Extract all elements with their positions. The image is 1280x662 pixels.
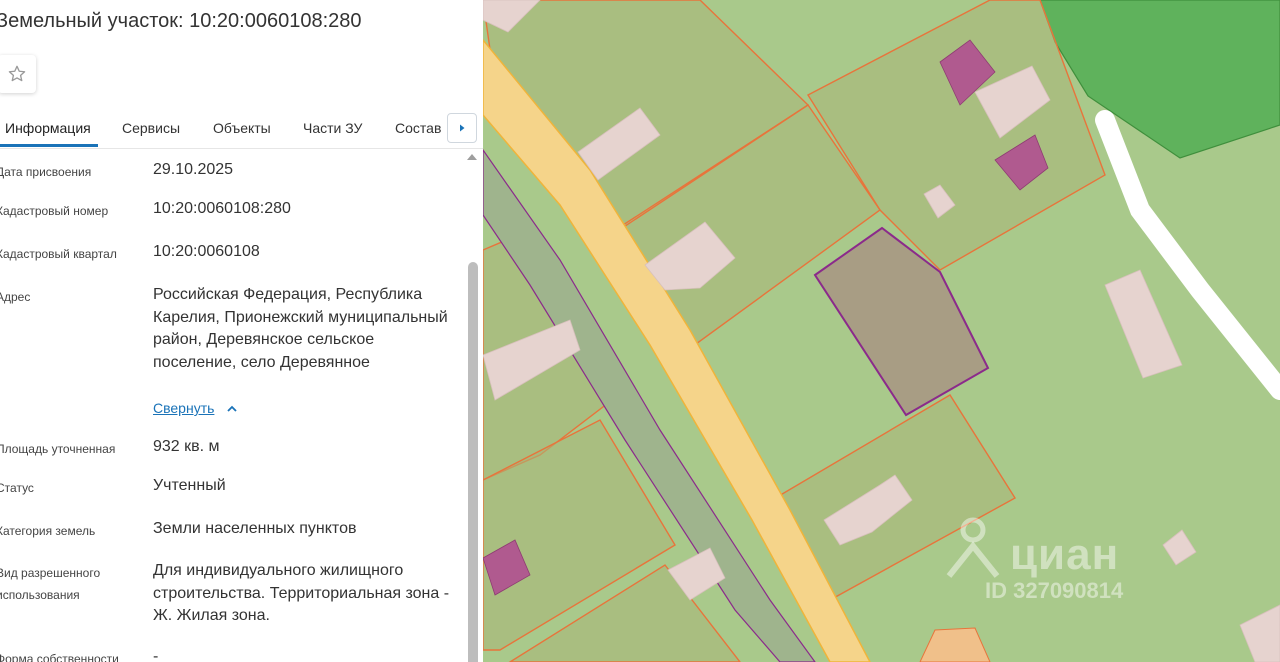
tab-parts[interactable]: Части ЗУ <box>303 120 362 136</box>
label-assign-date: Дата присвоения <box>0 165 92 179</box>
favorite-button[interactable] <box>0 55 36 93</box>
page-title: Земельный участок: 10:20:0060108:280 <box>0 10 362 32</box>
value-status: Учтенный <box>153 477 226 494</box>
value-ownership: - <box>153 648 159 662</box>
cadastral-map[interactable]: циан ID 327090814 <box>483 0 1280 662</box>
label-address: Адрес <box>0 290 31 304</box>
value-permitted-use: Для индивидуального жилищного строительс… <box>153 562 450 624</box>
value-assign-date: 29.10.2025 <box>153 161 234 178</box>
cian-logo-icon <box>946 517 1000 578</box>
chevron-up-icon[interactable] <box>226 403 238 415</box>
label-ownership: Форма собственности <box>0 652 119 662</box>
tabs-next-button[interactable] <box>447 113 477 143</box>
label-permitted-use-2: использования <box>0 588 80 602</box>
active-tab-indicator <box>0 144 98 147</box>
info-panel: Земельный участок: 10:20:0060108:280 Инф… <box>0 0 483 662</box>
scrollbar-thumb[interactable] <box>468 262 478 662</box>
label-land-category: Категория земель <box>0 524 96 538</box>
value-land-category: Земли населенных пунктов <box>153 520 357 537</box>
star-outline-icon <box>8 65 26 82</box>
tab-information[interactable]: Информация <box>5 120 91 136</box>
value-cadastral-number: 10:20:0060108:280 <box>153 200 291 217</box>
value-address: Российская Федерация, Республика Карелия… <box>153 286 448 371</box>
collapse-link[interactable]: Свернуть <box>153 400 214 416</box>
label-area: Площадь уточненная <box>0 442 116 456</box>
watermark-brand: циан <box>1010 530 1120 579</box>
watermark-listing-id: ID 327090814 <box>985 578 1124 603</box>
label-cadastral-number: Кадастровый номер <box>0 204 109 218</box>
label-permitted-use: Вид разрешенного <box>0 566 101 580</box>
triangle-up-icon[interactable] <box>466 152 478 162</box>
value-cadastral-quarter: 10:20:0060108 <box>153 243 260 260</box>
label-status: Статус <box>0 481 34 495</box>
label-cadastral-quarter: Кадастровый квартал <box>0 247 117 261</box>
tab-objects[interactable]: Объекты <box>213 120 271 136</box>
map-canvas <box>483 0 1280 662</box>
value-area: 932 кв. м <box>153 438 220 455</box>
caret-right-icon <box>460 124 465 132</box>
tab-services[interactable]: Сервисы <box>122 120 180 136</box>
tab-bar: Информация Сервисы Объекты Части ЗУ Сост… <box>0 112 483 149</box>
tab-composition[interactable]: Состав <box>395 120 441 136</box>
